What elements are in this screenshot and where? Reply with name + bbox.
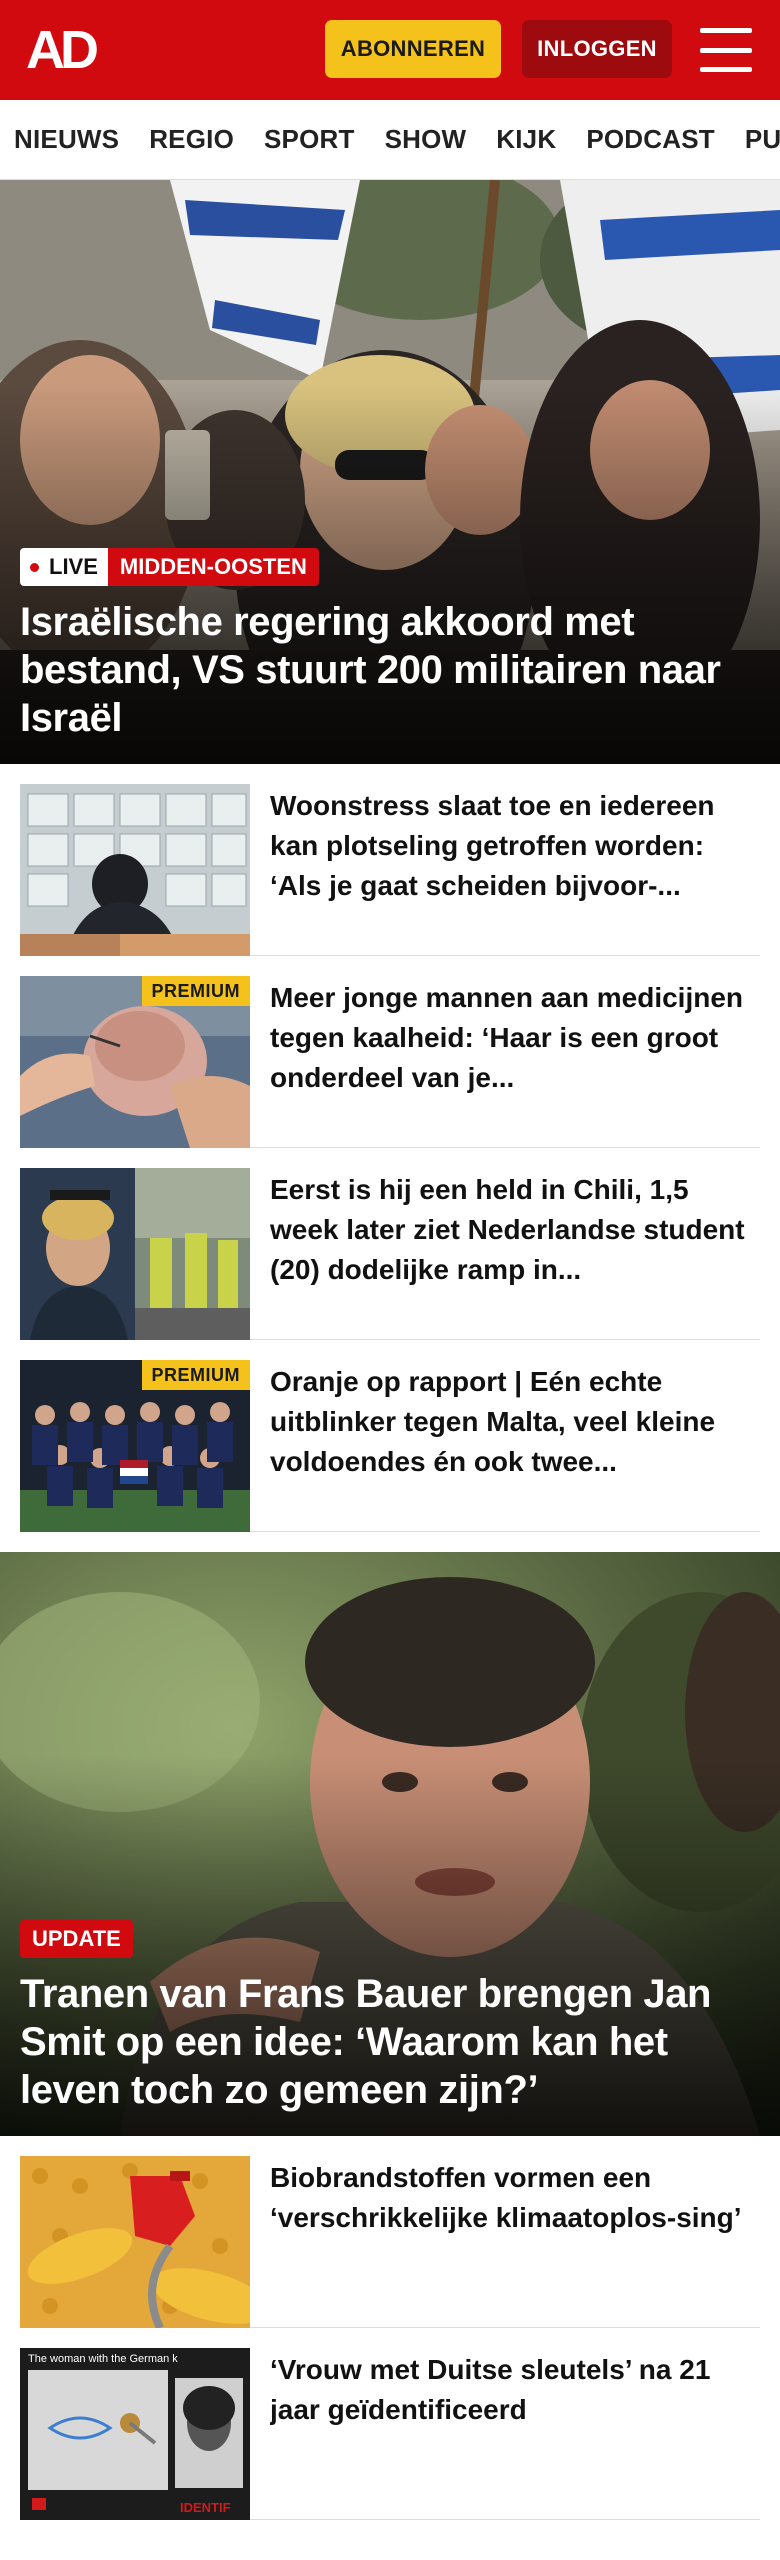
category-badge: MIDDEN-OOSTEN xyxy=(107,548,319,586)
nav-item-sport[interactable]: SPORT xyxy=(264,124,355,155)
list-item[interactable]: PREMIUM Meer jonge mannen aan medicijnen… xyxy=(20,956,760,1148)
list-item[interactable]: Woonstress slaat toe en iedereen kan plo… xyxy=(20,764,760,956)
feature-article[interactable]: UPDATE Tranen van Frans Bauer brengen Ja… xyxy=(0,1552,780,2136)
login-button[interactable]: INLOGGEN xyxy=(522,20,672,78)
list-item[interactable]: Biobrandstoffen vormen een ‘verschrikkel… xyxy=(20,2136,760,2328)
list-item[interactable]: Eerst is hij een held in Chili, 1,5 week… xyxy=(20,1148,760,1340)
article-thumbnail: The woman with the German k IDENTIF xyxy=(20,2348,250,2520)
article-title[interactable]: ‘Vrouw met Duitse sleutels’ na 21 jaar g… xyxy=(270,2350,760,2430)
thumbnail-caption: The woman with the German k xyxy=(28,2353,178,2365)
hero-article[interactable]: LIVE MIDDEN-OOSTEN Israëlische regering … xyxy=(0,180,780,764)
live-badge: LIVE xyxy=(20,548,108,586)
nav-item-nieuws[interactable]: NIEUWS xyxy=(14,124,119,155)
nav-item-show[interactable]: SHOW xyxy=(385,124,467,155)
nav-item-podcast[interactable]: PODCAST xyxy=(586,124,715,155)
list-item[interactable]: PREMIUM Oranje op rapport | Eén echte ui… xyxy=(20,1340,760,1532)
live-label: LIVE xyxy=(49,554,98,579)
thumbnail-badge: IDENTIF xyxy=(180,2500,231,2515)
nav-item-regio[interactable]: REGIO xyxy=(149,124,234,155)
article-thumbnail: PREMIUM xyxy=(20,1360,250,1532)
article-list: Woonstress slaat toe en iedereen kan plo… xyxy=(0,764,780,1532)
list-item[interactable]: The woman with the German k IDENTIF ‘Vro… xyxy=(20,2328,760,2520)
nav-item-kijk[interactable]: KIJK xyxy=(496,124,556,155)
subscribe-button[interactable]: ABONNEREN xyxy=(325,20,501,78)
hero-tags: LIVE MIDDEN-OOSTEN xyxy=(20,548,760,586)
premium-badge: PREMIUM xyxy=(141,1360,250,1390)
article-title[interactable]: Woonstress slaat toe en iedereen kan plo… xyxy=(270,786,760,906)
hero-title[interactable]: Israëlische regering akkoord met bestand… xyxy=(20,598,760,742)
nav-item-puzzels[interactable]: PUZZ xyxy=(745,124,780,155)
ad-logo[interactable]: AD xyxy=(26,22,99,78)
menu-icon[interactable] xyxy=(700,28,752,72)
feature-title[interactable]: Tranen van Frans Bauer brengen Jan Smit … xyxy=(20,1970,760,2114)
article-title[interactable]: Eerst is hij een held in Chili, 1,5 week… xyxy=(270,1170,760,1290)
article-title[interactable]: Biobrandstoffen vormen een ‘verschrikkel… xyxy=(270,2158,760,2238)
article-thumbnail xyxy=(20,784,250,956)
article-thumbnail: PREMIUM xyxy=(20,976,250,1148)
article-title[interactable]: Meer jonge mannen aan medicijnen tegen k… xyxy=(270,978,760,1098)
feature-tags: UPDATE xyxy=(20,1920,760,1958)
top-bar: AD ABONNEREN INLOGGEN xyxy=(0,0,780,100)
premium-badge: PREMIUM xyxy=(141,976,250,1006)
update-badge: UPDATE xyxy=(20,1920,133,1958)
article-title[interactable]: Oranje op rapport | Eén echte uitblinker… xyxy=(270,1362,760,1482)
section-nav: NIEUWS REGIO SPORT SHOW KIJK PODCAST PUZ… xyxy=(0,100,780,180)
live-dot-icon xyxy=(30,562,39,572)
article-list-2: Biobrandstoffen vormen een ‘verschrikkel… xyxy=(0,2136,780,2520)
article-thumbnail xyxy=(20,1168,250,1340)
article-thumbnail xyxy=(20,2156,250,2328)
